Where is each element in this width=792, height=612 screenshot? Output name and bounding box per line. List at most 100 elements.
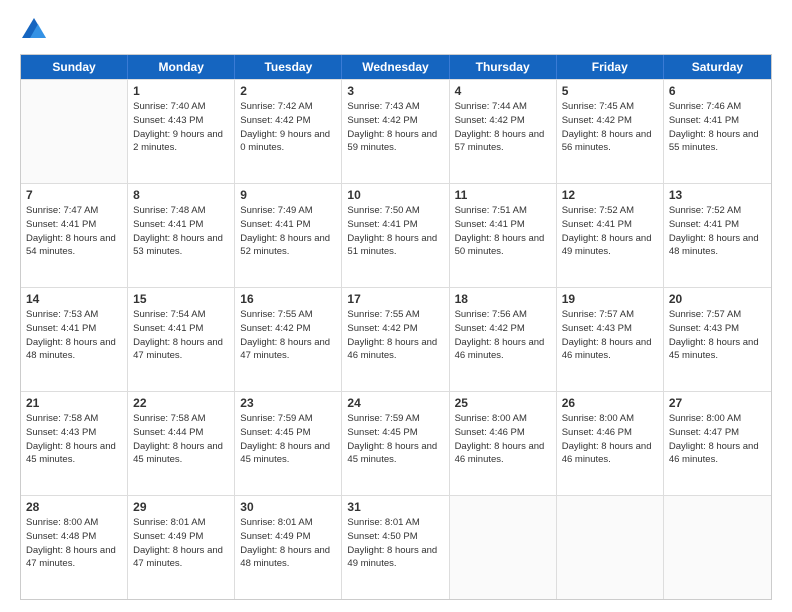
cell-info: Sunrise: 8:01 AM — [133, 516, 229, 530]
header — [20, 16, 772, 44]
cell-info: Daylight: 8 hours and 45 minutes. — [669, 336, 766, 364]
cell-info: Sunrise: 7:50 AM — [347, 204, 443, 218]
calendar-cell: 21Sunrise: 7:58 AMSunset: 4:43 PMDayligh… — [21, 392, 128, 495]
day-number: 14 — [26, 292, 122, 306]
cell-info: Daylight: 8 hours and 46 minutes. — [455, 440, 551, 468]
cell-info: Sunset: 4:41 PM — [669, 218, 766, 232]
cell-info: Sunrise: 7:57 AM — [562, 308, 658, 322]
cell-info: Daylight: 8 hours and 45 minutes. — [240, 440, 336, 468]
day-number: 16 — [240, 292, 336, 306]
cell-info: Sunset: 4:42 PM — [455, 322, 551, 336]
calendar-cell: 14Sunrise: 7:53 AMSunset: 4:41 PMDayligh… — [21, 288, 128, 391]
day-number: 19 — [562, 292, 658, 306]
day-number: 18 — [455, 292, 551, 306]
cell-info: Sunset: 4:49 PM — [240, 530, 336, 544]
cell-info: Sunrise: 7:58 AM — [26, 412, 122, 426]
day-number: 27 — [669, 396, 766, 410]
cell-info: Sunset: 4:44 PM — [133, 426, 229, 440]
day-number: 28 — [26, 500, 122, 514]
calendar-cell: 28Sunrise: 8:00 AMSunset: 4:48 PMDayligh… — [21, 496, 128, 599]
weekday-header: Saturday — [664, 55, 771, 79]
cell-info: Sunset: 4:47 PM — [669, 426, 766, 440]
calendar-cell: 19Sunrise: 7:57 AMSunset: 4:43 PMDayligh… — [557, 288, 664, 391]
calendar-cell: 16Sunrise: 7:55 AMSunset: 4:42 PMDayligh… — [235, 288, 342, 391]
cell-info: Daylight: 9 hours and 0 minutes. — [240, 128, 336, 156]
calendar-body: 1Sunrise: 7:40 AMSunset: 4:43 PMDaylight… — [21, 79, 771, 599]
day-number: 12 — [562, 188, 658, 202]
calendar-cell: 7Sunrise: 7:47 AMSunset: 4:41 PMDaylight… — [21, 184, 128, 287]
cell-info: Daylight: 8 hours and 56 minutes. — [562, 128, 658, 156]
calendar-cell: 23Sunrise: 7:59 AMSunset: 4:45 PMDayligh… — [235, 392, 342, 495]
calendar-cell: 11 Sunrise: 7:51 AMSunset: 4:41 PMDayligh… — [450, 184, 557, 287]
cell-info: Sunrise: 7:58 AM — [133, 412, 229, 426]
calendar-cell: 15Sunrise: 7:54 AMSunset: 4:41 PMDayligh… — [128, 288, 235, 391]
calendar-cell: 25Sunrise: 8:00 AMSunset: 4:46 PMDayligh… — [450, 392, 557, 495]
cell-info: Sunrise: 7:52 AM — [562, 204, 658, 218]
calendar-cell: 5Sunrise: 7:45 AMSunset: 4:42 PMDaylight… — [557, 80, 664, 183]
cell-info: Sunrise: 7:51 AM — [455, 204, 551, 218]
weekday-header: Wednesday — [342, 55, 449, 79]
weekday-header: Sunday — [21, 55, 128, 79]
cell-info: Sunrise: 7:46 AM — [669, 100, 766, 114]
calendar-cell: 8Sunrise: 7:48 AMSunset: 4:41 PMDaylight… — [128, 184, 235, 287]
calendar-cell: 18Sunrise: 7:56 AMSunset: 4:42 PMDayligh… — [450, 288, 557, 391]
cell-info: Sunset: 4:42 PM — [562, 114, 658, 128]
cell-info: Sunset: 4:43 PM — [669, 322, 766, 336]
calendar: SundayMondayTuesdayWednesdayThursdayFrid… — [20, 54, 772, 600]
calendar-cell: 6 Sunrise: 7:46 AMSunset: 4:41 PMDaylight… — [664, 80, 771, 183]
cell-info: Daylight: 8 hours and 59 minutes. — [347, 128, 443, 156]
calendar-cell: 26Sunrise: 8:00 AMSunset: 4:46 PMDayligh… — [557, 392, 664, 495]
cell-info: Sunrise: 7:54 AM — [133, 308, 229, 322]
cell-info: Sunset: 4:41 PM — [455, 218, 551, 232]
calendar-week: 28Sunrise: 8:00 AMSunset: 4:48 PMDayligh… — [21, 495, 771, 599]
cell-info: Daylight: 8 hours and 47 minutes. — [26, 544, 122, 572]
cell-info: Sunset: 4:42 PM — [455, 114, 551, 128]
calendar-cell — [450, 496, 557, 599]
cell-info: Daylight: 8 hours and 46 minutes. — [562, 336, 658, 364]
cell-info: Daylight: 8 hours and 55 minutes. — [669, 128, 766, 156]
cell-info: Daylight: 8 hours and 45 minutes. — [133, 440, 229, 468]
day-number: 30 — [240, 500, 336, 514]
day-number: 6 — [669, 84, 766, 98]
day-number: 5 — [562, 84, 658, 98]
cell-info: Sunset: 4:41 PM — [133, 218, 229, 232]
calendar-cell: 24Sunrise: 7:59 AMSunset: 4:45 PMDayligh… — [342, 392, 449, 495]
cell-info: Sunset: 4:41 PM — [669, 114, 766, 128]
cell-info: Sunset: 4:43 PM — [26, 426, 122, 440]
cell-info: Daylight: 8 hours and 47 minutes. — [240, 336, 336, 364]
calendar-cell: 9Sunrise: 7:49 AMSunset: 4:41 PMDaylight… — [235, 184, 342, 287]
cell-info: Daylight: 8 hours and 52 minutes. — [240, 232, 336, 260]
calendar-cell: 12Sunrise: 7:52 AMSunset: 4:41 PMDayligh… — [557, 184, 664, 287]
day-number: 3 — [347, 84, 443, 98]
cell-info: Daylight: 8 hours and 46 minutes. — [455, 336, 551, 364]
cell-info: Sunset: 4:45 PM — [240, 426, 336, 440]
cell-info: Sunset: 4:42 PM — [240, 114, 336, 128]
cell-info: Daylight: 8 hours and 45 minutes. — [347, 440, 443, 468]
day-number: 25 — [455, 396, 551, 410]
day-number: 11 — [455, 188, 551, 202]
cell-info: Sunset: 4:48 PM — [26, 530, 122, 544]
calendar-cell: 4Sunrise: 7:44 AMSunset: 4:42 PMDaylight… — [450, 80, 557, 183]
calendar-week: 14Sunrise: 7:53 AMSunset: 4:41 PMDayligh… — [21, 287, 771, 391]
cell-info: Sunset: 4:43 PM — [133, 114, 229, 128]
cell-info: Daylight: 8 hours and 53 minutes. — [133, 232, 229, 260]
day-number: 20 — [669, 292, 766, 306]
cell-info: Daylight: 8 hours and 48 minutes. — [240, 544, 336, 572]
day-number: 26 — [562, 396, 658, 410]
day-number: 4 — [455, 84, 551, 98]
cell-info: Sunrise: 7:48 AM — [133, 204, 229, 218]
calendar-cell: 30Sunrise: 8:01 AMSunset: 4:49 PMDayligh… — [235, 496, 342, 599]
cell-info: Sunrise: 8:00 AM — [669, 412, 766, 426]
day-number: 10 — [347, 188, 443, 202]
cell-info: Sunrise: 8:00 AM — [562, 412, 658, 426]
cell-info: Daylight: 8 hours and 50 minutes. — [455, 232, 551, 260]
calendar-week: 7Sunrise: 7:47 AMSunset: 4:41 PMDaylight… — [21, 183, 771, 287]
cell-info: Sunrise: 7:47 AM — [26, 204, 122, 218]
cell-info: Sunset: 4:46 PM — [455, 426, 551, 440]
cell-info: Daylight: 8 hours and 57 minutes. — [455, 128, 551, 156]
cell-info: Sunset: 4:42 PM — [347, 322, 443, 336]
cell-info: Daylight: 8 hours and 46 minutes. — [347, 336, 443, 364]
cell-info: Sunset: 4:50 PM — [347, 530, 443, 544]
cell-info: Sunrise: 7:40 AM — [133, 100, 229, 114]
cell-info: Sunset: 4:41 PM — [240, 218, 336, 232]
